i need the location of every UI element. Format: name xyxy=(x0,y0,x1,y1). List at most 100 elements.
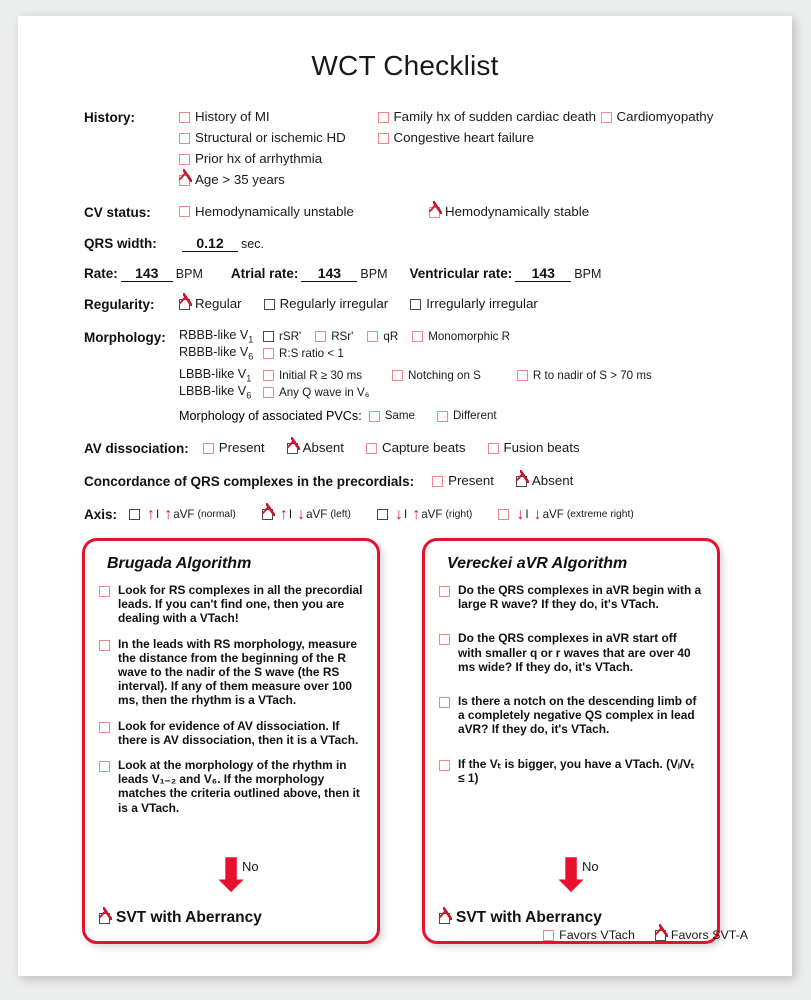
checkbox-box xyxy=(439,586,450,597)
brugada-item-text: In the leads with RS morphology, measure… xyxy=(118,636,357,708)
checkbox-box xyxy=(516,370,528,381)
vereckei-item-text: Do the QRS complexes in aVR start off wi… xyxy=(458,631,691,674)
history-row: History: History of MI Structural or isc… xyxy=(84,108,772,191)
qrs-width-field[interactable]: 0.12 xyxy=(182,235,238,252)
checkbox-box xyxy=(99,586,110,597)
checkbox-box xyxy=(439,759,450,771)
checkbox-av-absent[interactable]: Absent xyxy=(286,436,344,457)
arrow-down-icon: ↓ xyxy=(297,505,306,523)
checkbox-box xyxy=(202,442,214,454)
axis-label: Axis: xyxy=(84,507,118,522)
checkbox-hemodynamically-unstable[interactable]: Hemodynamically unstable xyxy=(179,203,354,221)
checkbox-box-checked xyxy=(654,923,668,941)
checkbox-label: Favors SVT-A xyxy=(670,928,748,942)
axis-lead-1: I xyxy=(525,508,529,521)
checkbox-box xyxy=(498,509,510,520)
checkbox-av-present[interactable]: Present xyxy=(202,439,265,457)
checkbox-box-checked xyxy=(261,503,275,520)
checkbox-qr[interactable]: qR xyxy=(367,328,398,346)
checkbox-irregularly-irregular[interactable]: Irregularly irregular xyxy=(410,295,538,313)
brugada-item-2[interactable]: In the leads with RS morphology, measure… xyxy=(99,637,363,708)
axis-lead-1: I xyxy=(156,508,160,521)
checkbox-any-q-wave-v6[interactable]: Any Q wave in V₆ xyxy=(263,384,369,402)
axis-option-left[interactable]: ↑ I ↓ aVF (left) xyxy=(261,503,351,523)
checkbox-history-structural[interactable]: Structural or ischemic HD xyxy=(179,129,346,147)
checkbox-initial-r-30ms[interactable]: Initial R ≥ 30 ms xyxy=(263,367,362,385)
checkbox-rsr-prime-alt[interactable]: RSr' xyxy=(315,328,353,346)
qrs-width-label: QRS width: xyxy=(84,236,157,251)
checkbox-history-cardiomyopathy[interactable]: Cardiomyopathy xyxy=(600,108,713,126)
arrow-down-icon: ↓ xyxy=(394,505,403,523)
vereckei-item-1[interactable]: Do the QRS complexes in aVR begin with a… xyxy=(439,583,703,611)
arrow-up-icon: ↑ xyxy=(147,505,156,523)
checkbox-box xyxy=(437,410,448,422)
checkbox-history-chf[interactable]: Congestive heart failure xyxy=(377,129,534,147)
checkbox-label: Prior hx of arrhythmia xyxy=(195,151,323,166)
checkbox-monomorphic-r[interactable]: Monomorphic R xyxy=(412,328,510,346)
checkbox-pvc-same[interactable]: Same xyxy=(368,407,415,425)
checkbox-label: Favors VTach xyxy=(559,928,635,942)
checkbox-box xyxy=(129,509,141,520)
checkbox-label: R to nadir of S > 70 ms xyxy=(532,368,652,382)
brugada-item-4[interactable]: Look at the morphology of the rhythm in … xyxy=(99,758,363,815)
checkbox-pvc-different[interactable]: Different xyxy=(437,407,497,425)
checkbox-box xyxy=(366,442,377,454)
rate-field[interactable]: 143 xyxy=(120,265,173,282)
checkbox-r-to-nadir-70ms[interactable]: R to nadir of S > 70 ms xyxy=(516,367,652,385)
checkbox-box xyxy=(263,348,274,359)
axis-option-right[interactable]: ↓ I ↑ aVF (right) xyxy=(376,505,472,523)
checkbox-capture-beats[interactable]: Capture beats xyxy=(366,439,466,457)
checkbox-label: rSR' xyxy=(279,329,302,343)
checkbox-notching-on-s[interactable]: Notching on S xyxy=(392,367,481,385)
brugada-item-3[interactable]: Look for evidence of AV dissociation. If… xyxy=(99,719,363,747)
checkbox-rsr-prime[interactable]: rSR' xyxy=(263,328,301,346)
checkbox-regularly-irregular[interactable]: Regularly irregular xyxy=(263,295,389,313)
checkbox-label: Congestive heart failure xyxy=(393,130,534,145)
cv-status-row: CV status: Hemodynamically unstable Hemo… xyxy=(84,200,772,223)
brugada-conclusion-label: SVT with Aberrancy xyxy=(116,909,262,926)
atrial-rate-field[interactable]: 143 xyxy=(301,265,358,282)
checkbox-label: Any Q wave in V₆ xyxy=(279,385,370,399)
checkbox-label: Present xyxy=(448,473,494,488)
regularity-label: Regularity: xyxy=(84,297,155,312)
axis-lead-2: aVF xyxy=(306,508,328,521)
checkbox-rs-ratio[interactable]: R:S ratio < 1 xyxy=(263,345,344,363)
atrial-rate-unit: BPM xyxy=(360,267,388,281)
checkbox-regular[interactable]: Regular xyxy=(179,292,242,313)
vereckei-item-4[interactable]: If the Vₜ is bigger, you have a VTach. (… xyxy=(439,757,703,785)
arrow-up-icon: ↑ xyxy=(279,505,288,523)
checkbox-label: Different xyxy=(453,409,497,422)
arrow-down-icon: ↓ xyxy=(533,505,542,523)
checkbox-box xyxy=(412,331,424,342)
checkbox-history-mi[interactable]: History of MI xyxy=(179,108,270,126)
vereckei-item-text: If the Vₜ is bigger, you have a VTach. (… xyxy=(458,756,695,785)
checkbox-hemodynamically-stable[interactable]: Hemodynamically stable xyxy=(429,200,589,223)
checkbox-concordance-absent[interactable]: Absent xyxy=(515,469,573,490)
checkbox-box xyxy=(315,331,327,342)
checkbox-history-age[interactable]: Age > 35 years xyxy=(179,168,285,189)
checkbox-fusion-beats[interactable]: Fusion beats xyxy=(487,439,580,457)
vereckei-item-2[interactable]: Do the QRS complexes in aVR start off wi… xyxy=(439,631,703,674)
checkbox-history-family-scd[interactable]: Family hx of sudden cardiac death xyxy=(377,108,596,126)
checkbox-favors-svt-a[interactable]: Favors SVT-A xyxy=(654,923,748,944)
axis-lead-1: I xyxy=(288,508,293,521)
brugada-item-1[interactable]: Look for RS complexes in all the precord… xyxy=(99,583,363,626)
checkbox-favors-vtach[interactable]: Favors VTach xyxy=(543,926,635,944)
arrow-down-icon: ↓ xyxy=(516,505,525,523)
ventricular-rate-field[interactable]: 143 xyxy=(515,265,572,282)
checkbox-history-arrhythmia[interactable]: Prior hx of arrhythmia xyxy=(179,150,322,168)
checkbox-box xyxy=(377,132,389,144)
axis-option-normal[interactable]: ↑ I ↑ aVF (normal) xyxy=(129,505,236,523)
brugada-conclusion[interactable]: SVT with Aberrancy xyxy=(99,906,262,927)
checkbox-concordance-present[interactable]: Present xyxy=(432,472,494,490)
vereckei-item-3[interactable]: Is there a notch on the descending limb … xyxy=(439,694,703,737)
footer-options: Favors VTach Favors SVT-A xyxy=(543,923,748,944)
checkbox-label: Regularly irregular xyxy=(279,296,389,311)
morphology-lead-label: LBBB-like V6 xyxy=(179,384,252,401)
vereckei-conclusion[interactable]: SVT with Aberrancy xyxy=(439,906,602,927)
checkbox-box xyxy=(179,132,190,144)
arrow-up-icon: ↑ xyxy=(412,505,421,523)
checkbox-box xyxy=(368,410,380,422)
checkbox-label: Monomorphic R xyxy=(428,329,511,343)
axis-option-extreme-right[interactable]: ↓ I ↓ aVF (extreme right) xyxy=(498,505,634,523)
